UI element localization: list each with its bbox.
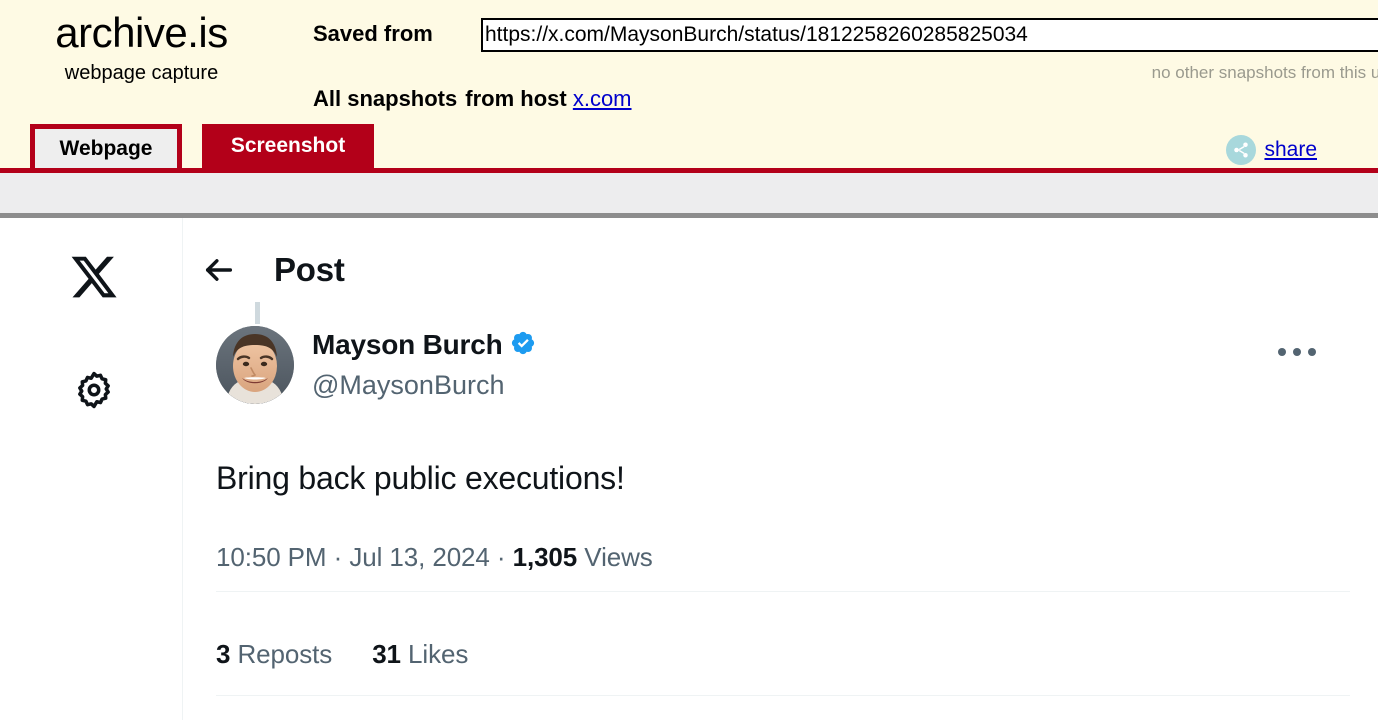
meta-separator-2: · <box>496 542 506 572</box>
tab-webpage[interactable]: Webpage <box>30 124 182 168</box>
host-link[interactable]: x.com <box>573 86 632 111</box>
author-handle[interactable]: @MaysonBurch <box>312 367 536 403</box>
likes-label: Likes <box>408 639 469 669</box>
meta-separator-1: · <box>333 542 343 572</box>
more-dots-icon[interactable] <box>1268 332 1326 372</box>
reposts-count: 3 <box>216 639 231 669</box>
post-header: Post <box>184 238 345 302</box>
reposts-label: Reposts <box>237 639 333 669</box>
author-name-line: Mayson Burch <box>312 326 536 364</box>
page-title: Post <box>274 251 345 288</box>
post-time: 10:50 PM <box>216 542 327 572</box>
post-text: Bring back public executions! <box>216 460 625 496</box>
x-sidebar <box>0 218 183 720</box>
likes-count: 31 <box>372 639 401 669</box>
archive-logo: archive.is <box>55 9 228 56</box>
post-metadata: 10:50 PM · Jul 13, 2024 · 1,305 Views <box>216 540 653 574</box>
back-arrow-icon[interactable] <box>189 240 249 300</box>
no-other-snapshots-note: no other snapshots from this ur <box>1151 63 1378 82</box>
author-name[interactable]: Mayson Burch <box>312 328 503 362</box>
gear-icon[interactable] <box>62 358 126 422</box>
views-count: 1,305 <box>512 542 578 572</box>
divider-above-engagement <box>216 591 1350 592</box>
verified-badge-icon <box>510 330 536 361</box>
author-identity: Mayson Burch @MaysonBurch <box>312 326 536 403</box>
archive-branding: archive.is webpage capture <box>0 8 283 86</box>
likes-stat[interactable]: 31 Likes <box>372 638 468 670</box>
share-control[interactable]: share <box>1226 135 1317 165</box>
views-label: Views <box>584 542 653 572</box>
post-date: Jul 13, 2024 <box>349 542 490 572</box>
share-link[interactable]: share <box>1264 138 1317 162</box>
saved-url-input[interactable] <box>481 18 1378 52</box>
share-icon[interactable] <box>1226 135 1257 165</box>
saved-from-label: Saved from <box>313 21 433 46</box>
post-author-row: Mayson Burch @MaysonBurch <box>216 326 1346 406</box>
archive-tagline: webpage capture <box>64 62 219 84</box>
all-snapshots-row: All snapshots from host x.com <box>313 85 632 113</box>
avatar[interactable] <box>216 326 294 404</box>
archive-gray-band <box>0 173 1378 213</box>
tab-screenshot[interactable]: Screenshot <box>202 124 374 168</box>
divider-below-engagement <box>216 695 1350 696</box>
archive-header: archive.is webpage capture Saved from no… <box>0 0 1378 173</box>
reposts-stat[interactable]: 3 Reposts <box>216 638 332 670</box>
x-main-column: Post Mayson Burch @MaysonBurch Bring bac… <box>184 218 1378 720</box>
archive-tab-bar: Webpage Screenshot <box>0 124 1378 173</box>
engagement-row: 3 Reposts 31 Likes <box>216 638 468 670</box>
x-logo-icon[interactable] <box>62 245 126 309</box>
all-snapshots-label[interactable]: All snapshots <box>313 86 457 111</box>
x-page: Post Mayson Burch @MaysonBurch Bring bac… <box>0 218 1378 720</box>
thread-connector <box>255 302 260 324</box>
from-host-label: from host <box>465 86 567 111</box>
